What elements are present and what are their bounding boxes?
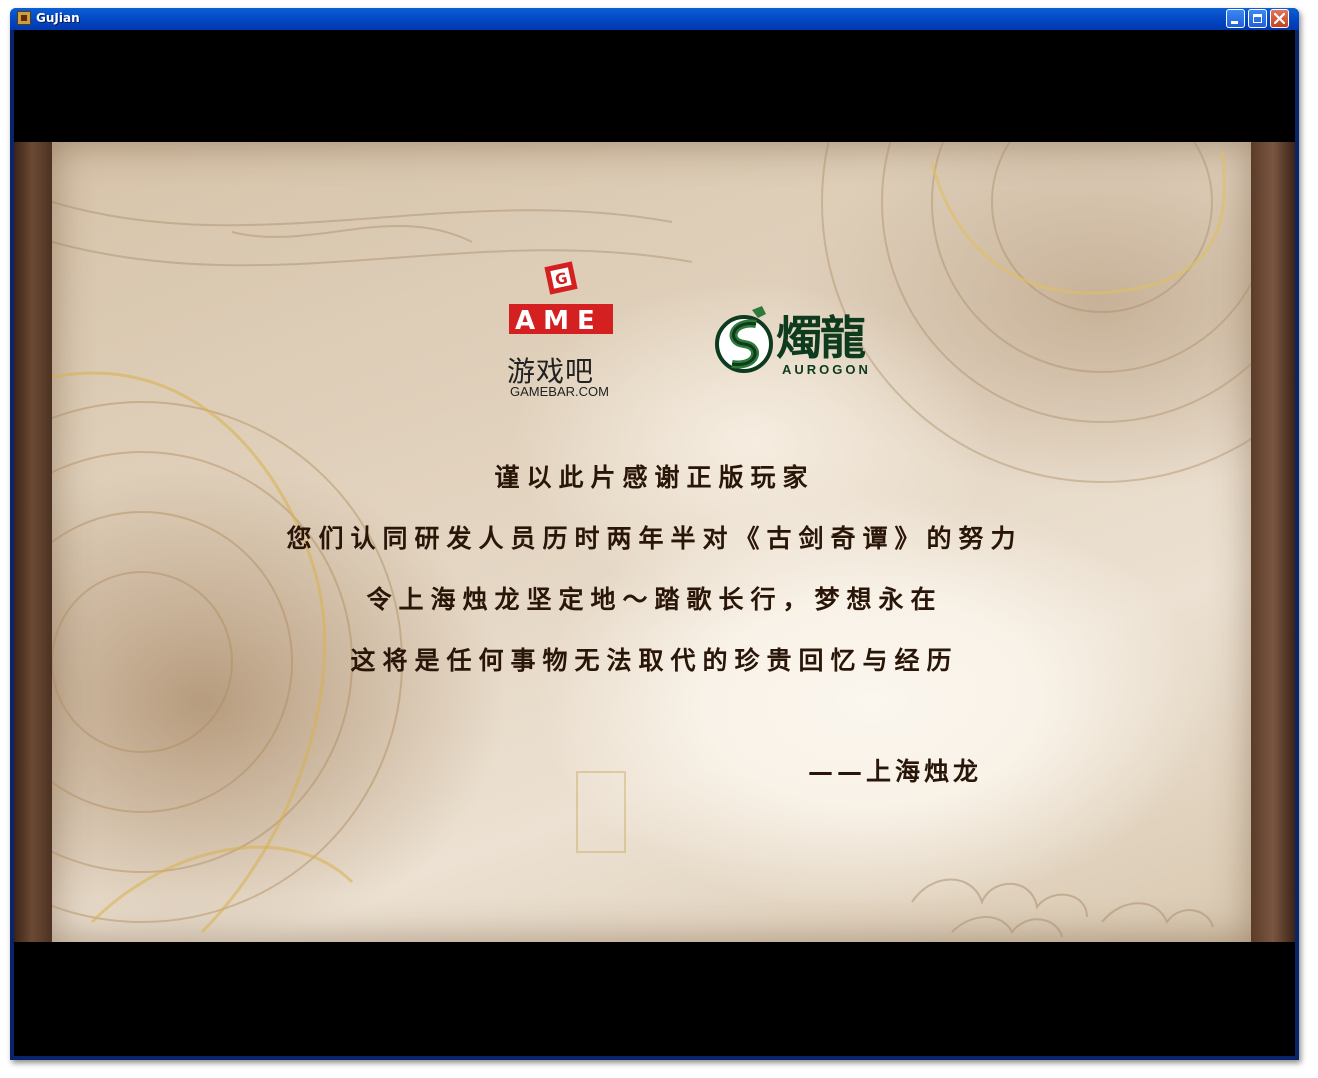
signature: ——上海烛龙 — [808, 757, 983, 786]
title-bar[interactable]: GuJian — [10, 8, 1299, 30]
message-line-2: 您们认同研发人员历时两年半对《古剑奇谭》的努力 — [286, 524, 1023, 553]
gamebar-mark: G AME — [509, 261, 613, 336]
gamebar-mark-letters: AME — [515, 306, 603, 336]
minimize-icon — [1231, 21, 1238, 24]
message-line-3: 令上海烛龙坚定地～踏歌长行，梦想永在 — [366, 585, 943, 614]
message-line-4: 这将是任何事物无法取代的珍贵回忆与经历 — [350, 646, 959, 675]
message-line-1: 谨以此片感谢正版玩家 — [494, 463, 815, 492]
game-window: GuJian G AME 游戏吧 GAMEBAR.COM 燭龍 AUROGON … — [10, 8, 1299, 1060]
gamebar-logo: G AME 游戏吧 GAMEBAR.COM — [507, 260, 627, 400]
aurogon-english-name: AUROGON — [782, 362, 871, 377]
credits-scroll: G AME 游戏吧 GAMEBAR.COM 燭龍 AUROGON 谨以此片感谢正… — [14, 142, 1295, 942]
aurogon-logo: 燭龍 AUROGON — [712, 302, 892, 382]
maximize-icon — [1253, 14, 1262, 23]
close-button[interactable] — [1270, 9, 1289, 28]
maximize-button[interactable] — [1248, 9, 1267, 28]
window-title: GuJian — [36, 11, 80, 25]
game-viewport[interactable]: G AME 游戏吧 GAMEBAR.COM 燭龍 AUROGON 谨以此片感谢正… — [14, 30, 1295, 1056]
aurogon-chinese-name: 燭龍 — [776, 311, 866, 365]
gamebar-url: GAMEBAR.COM — [510, 384, 609, 399]
close-icon — [1274, 13, 1285, 24]
minimize-button[interactable] — [1226, 9, 1245, 28]
app-icon[interactable] — [17, 11, 31, 25]
aurogon-dragon-icon — [715, 306, 773, 373]
